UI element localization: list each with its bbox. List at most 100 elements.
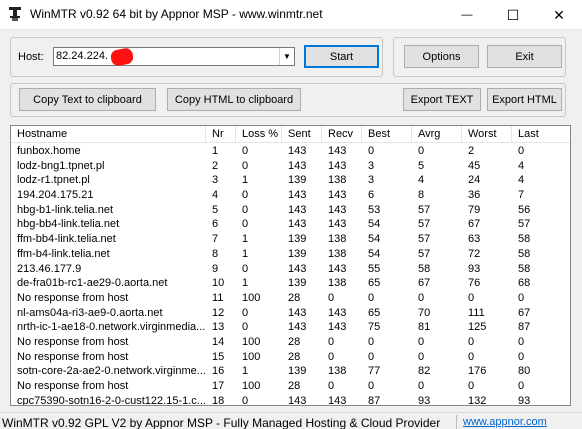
cell-recv: 0 <box>328 380 335 392</box>
cell-worst: 111 <box>468 306 485 319</box>
status-divider <box>456 415 457 429</box>
cell-best: 54 <box>368 233 381 246</box>
table-row[interactable]: ffm-bb4-link.telia.net 7 1 139 138 54 57 63 58 <box>11 232 570 247</box>
column-header-last[interactable]: Last <box>512 126 570 143</box>
cell-best: 0 <box>368 350 375 363</box>
cell-loss: 100 <box>242 335 261 348</box>
cell-last: 4 <box>518 174 525 187</box>
table-header: Hostname Nr Loss % Sent Recv Best Avrg W… <box>11 126 570 143</box>
close-button[interactable]: ✕ <box>536 0 582 30</box>
table-row[interactable]: No response from host 14 100 28 0 0 0 0 0 <box>11 335 570 350</box>
table-row[interactable]: funbox.home 1 0 143 143 0 0 2 0 <box>11 144 570 159</box>
column-header-nr[interactable]: Nr <box>206 126 236 143</box>
cell-last: 0 <box>518 291 525 304</box>
cell-sent: 28 <box>288 335 301 348</box>
exit-button[interactable]: Exit <box>487 45 562 68</box>
cell-worst: 176 <box>468 365 487 378</box>
cell-last: 4 <box>518 159 525 172</box>
cell-sent: 143 <box>288 321 307 334</box>
cell-last: 58 <box>518 233 531 246</box>
start-button[interactable]: Start <box>304 45 379 68</box>
cell-hostname: lodz-bng1.tpnet.pl <box>17 159 105 172</box>
cell-last: 68 <box>518 277 531 290</box>
column-header-recv[interactable]: Recv <box>322 126 362 143</box>
cell-worst: 0 <box>468 380 475 392</box>
table-row[interactable]: nrth-ic-1-ae18-0.network.virginmedia....… <box>11 320 570 335</box>
table-row[interactable]: lodz-r1.tpnet.pl 3 1 139 138 3 4 24 4 <box>11 173 570 188</box>
cell-worst: 132 <box>468 394 487 406</box>
export-html-button[interactable]: Export HTML <box>487 88 562 111</box>
cell-avrg: 5 <box>418 159 425 172</box>
winmtr-app-icon <box>7 6 23 22</box>
cell-nr: 4 <box>212 189 219 202</box>
table-row[interactable]: hbg-bb4-link.telia.net 6 0 143 143 54 57 67 57 <box>11 217 570 232</box>
table-row[interactable]: No response from host 11 100 28 0 0 0 0 0 <box>11 291 570 306</box>
table-row[interactable]: lodz-bng1.tpnet.pl 2 0 143 143 3 5 45 4 <box>11 159 570 174</box>
cell-recv: 143 <box>328 203 347 216</box>
maximize-button[interactable]: ☐ <box>490 0 536 30</box>
cell-last: 80 <box>518 365 531 378</box>
cell-worst: 79 <box>468 203 481 216</box>
cell-hostname: No response from host <box>17 335 129 348</box>
host-input[interactable]: 82.24.224. <box>56 50 108 62</box>
results-table[interactable]: Hostname Nr Loss % Sent Recv Best Avrg W… <box>10 125 571 406</box>
cell-hostname: de-fra01b-rc1-ae29-0.aorta.net <box>17 277 168 290</box>
cell-worst: 36 <box>468 189 481 202</box>
appnor-link[interactable]: www.appnor.com <box>463 416 547 428</box>
cell-avrg: 67 <box>418 277 431 290</box>
cell-worst: 67 <box>468 218 481 231</box>
column-header-avrg[interactable]: Avrg <box>412 126 462 143</box>
cell-best: 54 <box>368 218 381 231</box>
column-header-best[interactable]: Best <box>362 126 412 143</box>
cell-loss: 1 <box>242 233 249 246</box>
minimize-button[interactable]: — <box>444 0 490 30</box>
minimize-icon: — <box>461 9 473 21</box>
table-row[interactable]: 194.204.175.21 4 0 143 143 6 8 36 7 <box>11 188 570 203</box>
cell-loss: 100 <box>242 350 261 363</box>
table-row[interactable]: sotn-core-2a-ae2-0.network.virginme.... 1… <box>11 364 570 379</box>
table-row[interactable]: cpc75390-sotn16-2-0-cust122.15-1.c... 18 0… <box>11 394 570 406</box>
table-row[interactable]: de-fra01b-rc1-ae29-0.aorta.net 10 1 139 138 6… <box>11 276 570 291</box>
cell-loss: 0 <box>242 159 249 172</box>
cell-best: 75 <box>368 321 381 334</box>
cell-best: 65 <box>368 277 381 290</box>
export-text-button[interactable]: Export TEXT <box>403 88 481 111</box>
table-row[interactable]: ffm-b4-link.telia.net 8 1 139 138 54 57 72 58 <box>11 247 570 262</box>
cell-recv: 138 <box>328 277 347 290</box>
table-row[interactable]: No response from host 15 100 28 0 0 0 0 0 <box>11 350 570 365</box>
table-row[interactable]: 213.46.177.9 9 0 143 143 55 58 93 58 <box>11 262 570 277</box>
cell-best: 6 <box>368 189 375 202</box>
column-header-sent[interactable]: Sent <box>282 126 322 143</box>
cell-hostname: funbox.home <box>17 145 81 157</box>
cell-best: 87 <box>368 394 381 406</box>
cell-sent: 28 <box>288 380 301 392</box>
table-body: funbox.home 1 0 143 143 0 0 2 0 lodz-bng1.tpnet.p… <box>11 144 570 406</box>
cell-nr: 17 <box>212 380 225 392</box>
cell-avrg: 58 <box>418 262 431 275</box>
options-button[interactable]: Options <box>404 45 479 68</box>
cell-best: 0 <box>368 291 375 304</box>
cell-nr: 6 <box>212 218 219 231</box>
cell-sent: 143 <box>288 218 307 231</box>
cell-last: 56 <box>518 203 531 216</box>
chevron-down-icon[interactable]: ▼ <box>279 48 294 65</box>
cell-sent: 139 <box>288 174 307 187</box>
copy-text-button[interactable]: Copy Text to clipboard <box>19 88 156 111</box>
column-header-loss[interactable]: Loss % <box>236 126 282 143</box>
table-row[interactable]: nl-ams04a-ri3-ae9-0.aorta.net 12 0 143 143 65… <box>11 306 570 321</box>
cell-recv: 143 <box>328 306 347 319</box>
cell-hostname: cpc75390-sotn16-2-0-cust122.15-1.c... <box>17 394 206 406</box>
host-combobox[interactable]: 82.24.224. ▼ <box>53 47 295 67</box>
cell-best: 53 <box>368 203 381 216</box>
column-header-worst[interactable]: Worst <box>462 126 512 143</box>
table-row[interactable]: hbg-b1-link.telia.net 5 0 143 143 53 57 79 56 <box>11 203 570 218</box>
column-header-hostname[interactable]: Hostname <box>11 126 206 143</box>
table-row[interactable]: No response from host 17 100 28 0 0 0 0 0 <box>11 379 570 394</box>
cell-hostname: No response from host <box>17 380 129 392</box>
cell-last: 93 <box>518 394 531 406</box>
cell-recv: 138 <box>328 247 347 260</box>
cell-avrg: 81 <box>418 321 431 334</box>
cell-sent: 143 <box>288 203 307 216</box>
cell-hostname: nl-ams04a-ri3-ae9-0.aorta.net <box>17 306 163 319</box>
copy-html-button[interactable]: Copy HTML to clipboard <box>167 88 301 111</box>
